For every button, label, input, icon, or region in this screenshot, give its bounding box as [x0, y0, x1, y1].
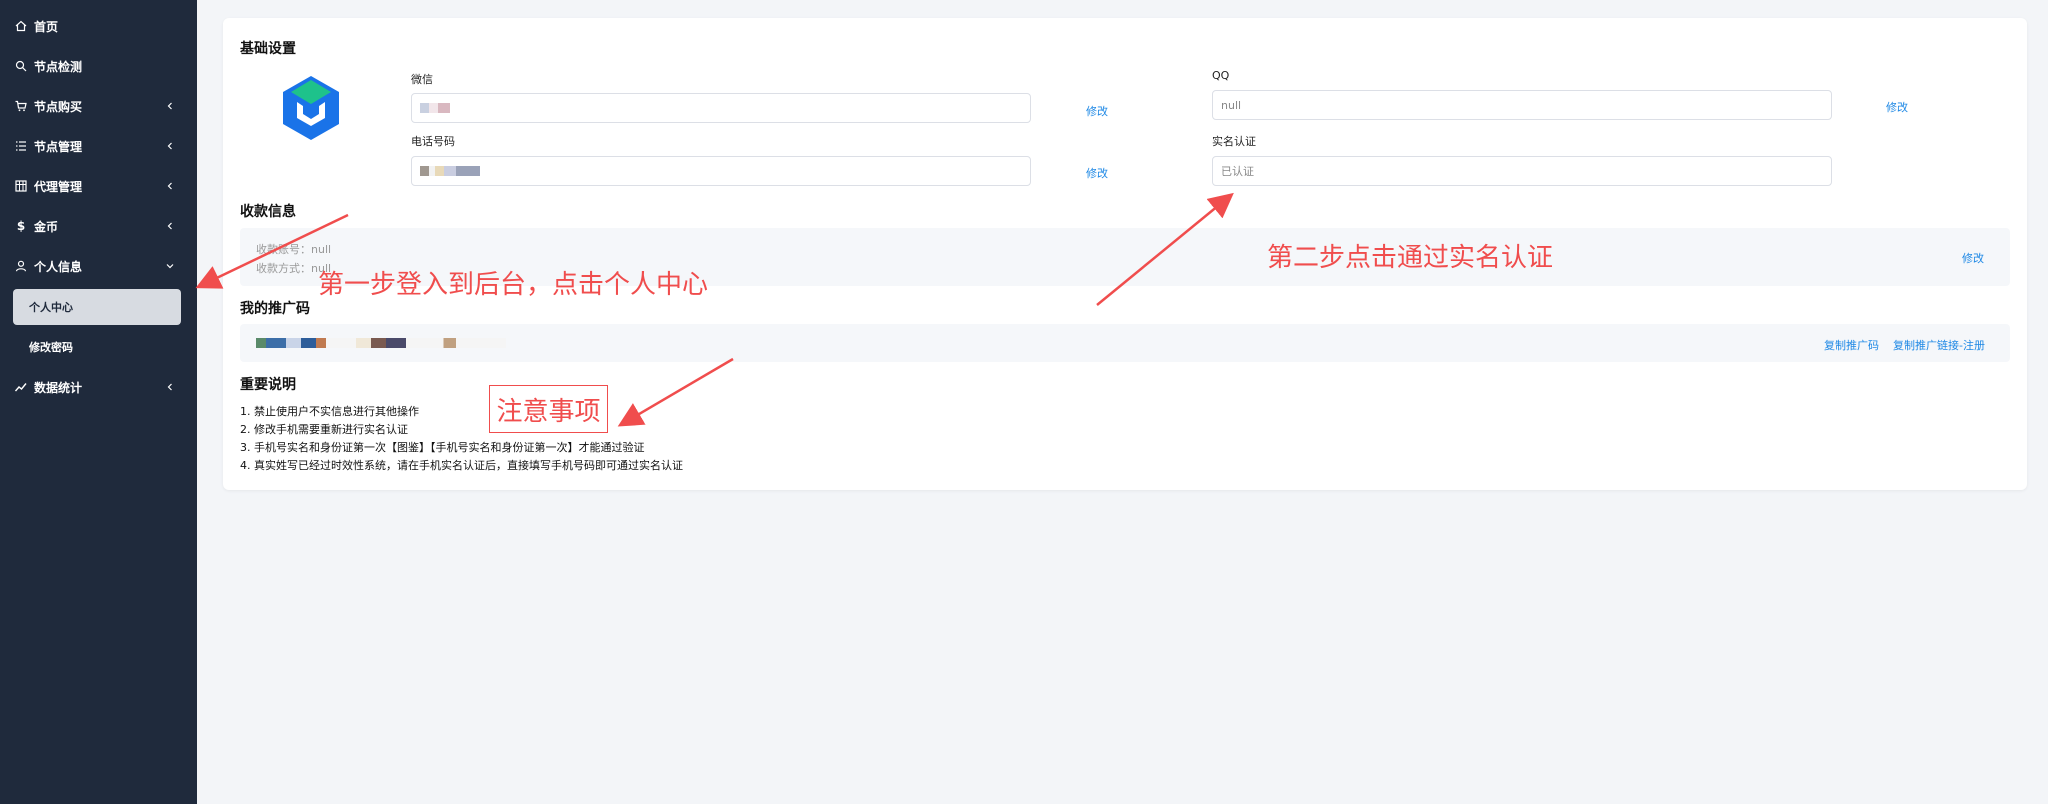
important-notes-title: 重要说明	[240, 377, 296, 393]
chevron-left-icon	[165, 141, 175, 151]
note-item: 4. 真实姓写已经过时效性系统，请在手机实名认证后，直接填写手机号码即可通过实名…	[240, 459, 683, 472]
sidebar-item-proxy-manage[interactable]: 代理管理	[0, 166, 197, 206]
annotation-attention: 注意事项	[489, 385, 608, 433]
chevron-left-icon	[165, 101, 175, 111]
basic-settings-title: 基础设置	[240, 41, 296, 57]
copy-promo-link-link[interactable]: 复制推广链接-注册	[1893, 337, 1985, 353]
sidebar-item-node-check[interactable]: 节点检测	[0, 46, 197, 86]
payment-account: 收款账号：null	[256, 243, 332, 256]
phone-input[interactable]	[411, 156, 1031, 186]
dollar-icon: $	[16, 219, 26, 233]
sidebar-subitem-change-password[interactable]: 修改密码	[13, 329, 181, 365]
list-icon	[14, 139, 28, 153]
phone-label: 电话号码	[411, 135, 455, 148]
sidebar-item-label: 节点检测	[34, 59, 83, 74]
chevron-left-icon	[165, 382, 175, 392]
sidebar-item-statistics[interactable]: 数据统计	[0, 367, 197, 407]
sidebar-item-label: 金币	[34, 219, 59, 234]
note-item: 2. 修改手机需要重新进行实名认证	[240, 423, 408, 436]
grid-icon	[14, 179, 28, 193]
promo-panel: 复制推广码 复制推广链接-注册	[240, 324, 2010, 362]
cart-icon	[14, 99, 28, 113]
sidebar-item-coins[interactable]: $ 金币	[0, 206, 197, 246]
promo-code-redacted	[256, 338, 506, 348]
sidebar-item-label: 节点管理	[34, 139, 83, 154]
qq-edit-link[interactable]: 修改	[1886, 99, 1908, 115]
sidebar-subitem-label: 个人中心	[29, 301, 73, 314]
copy-promo-code-link[interactable]: 复制推广码	[1824, 337, 1879, 353]
wechat-input[interactable]	[411, 93, 1031, 123]
chevron-left-icon	[165, 221, 175, 231]
sidebar-item-label: 数据统计	[34, 380, 83, 395]
sidebar-item-personal-info[interactable]: 个人信息	[0, 246, 197, 286]
wechat-label: 微信	[411, 73, 433, 86]
redacted-text	[420, 103, 450, 113]
sidebar-subitem-label: 修改密码	[29, 341, 73, 354]
sidebar-item-home[interactable]: 首页	[0, 6, 197, 46]
note-item: 1. 禁止使用户不实信息进行其他操作	[240, 405, 419, 418]
brand-logo-icon	[283, 76, 339, 140]
qq-input[interactable]: null	[1212, 90, 1832, 120]
annotation-step2: 第二步点击通过实名认证	[1267, 243, 1554, 273]
payment-edit-link[interactable]: 修改	[1962, 250, 1984, 266]
phone-edit-link[interactable]: 修改	[1086, 165, 1108, 181]
chevron-left-icon	[165, 181, 175, 191]
qq-label: QQ	[1212, 69, 1230, 82]
wechat-edit-link[interactable]: 修改	[1086, 103, 1108, 119]
note-item: 3. 手机号实名和身份证第一次【图鉴】【手机号实名和身份证第一次】才能通过验证	[240, 441, 645, 454]
sidebar-subitem-personal-center[interactable]: 个人中心	[13, 289, 181, 325]
sidebar-item-label: 个人信息	[34, 259, 83, 274]
redacted-text	[420, 166, 480, 176]
promo-code-title: 我的推广码	[240, 301, 310, 317]
realname-input[interactable]: 已认证	[1212, 156, 1832, 186]
sidebar: 首页 节点检测 节点购买 节点管理 代理管理 $ 金币 个人信息 个人中心 修改…	[0, 0, 197, 804]
chart-icon	[14, 380, 28, 394]
home-icon	[14, 19, 28, 33]
sidebar-item-label: 首页	[34, 19, 59, 34]
sidebar-item-label: 节点购买	[34, 99, 83, 114]
annotation-step1: 第一步登入到后台，点击个人中心	[318, 270, 709, 300]
sidebar-item-node-manage[interactable]: 节点管理	[0, 126, 197, 166]
search-icon	[14, 59, 28, 73]
sidebar-item-node-buy[interactable]: 节点购买	[0, 86, 197, 126]
user-icon	[14, 259, 28, 273]
payment-info-title: 收款信息	[240, 204, 296, 220]
sidebar-item-label: 代理管理	[34, 179, 83, 194]
realname-label: 实名认证	[1212, 135, 1256, 148]
avatar	[279, 74, 343, 144]
chevron-down-icon	[165, 261, 175, 271]
